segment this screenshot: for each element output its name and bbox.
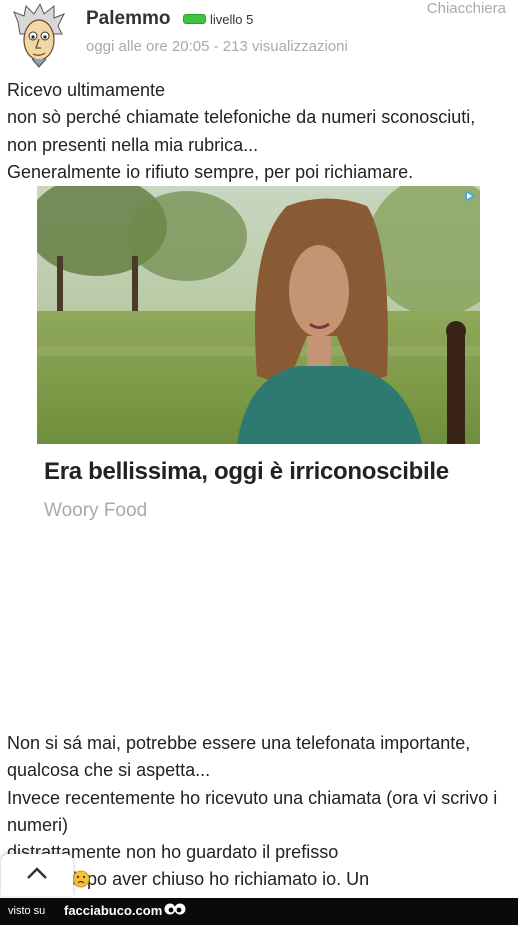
avatar[interactable] (12, 2, 66, 68)
username[interactable]: Palemmo (86, 8, 170, 30)
footer-visto-su: visto su (8, 905, 46, 917)
avatar-image (13, 2, 66, 68)
post-meta: oggi alle ore 20:05 - 213 visualizzazion… (86, 38, 348, 55)
ad-headline[interactable]: Era bellissima, oggi è irriconoscibile (44, 458, 449, 486)
user-level: livello 5 (210, 12, 254, 27)
scroll-to-top-button[interactable] (1, 854, 73, 896)
post-text-intro: Ricevo ultimamente non sò perché chiamat… (7, 80, 476, 182)
worried-face-icon (72, 870, 90, 888)
chevron-up-icon (27, 867, 47, 879)
footer-bar: visto su facciabuco.com (0, 898, 518, 925)
brand-eyes-icon (164, 903, 186, 915)
ad-photo (37, 186, 480, 444)
category-label[interactable]: Chiacchiera (427, 0, 506, 17)
ad-source[interactable]: Woory Food (44, 500, 147, 522)
footer-brand[interactable]: facciabuco.com (64, 903, 162, 918)
ad-image[interactable] (37, 186, 480, 444)
ad-choices-icon[interactable] (463, 189, 477, 203)
level-bar-icon (183, 14, 206, 24)
